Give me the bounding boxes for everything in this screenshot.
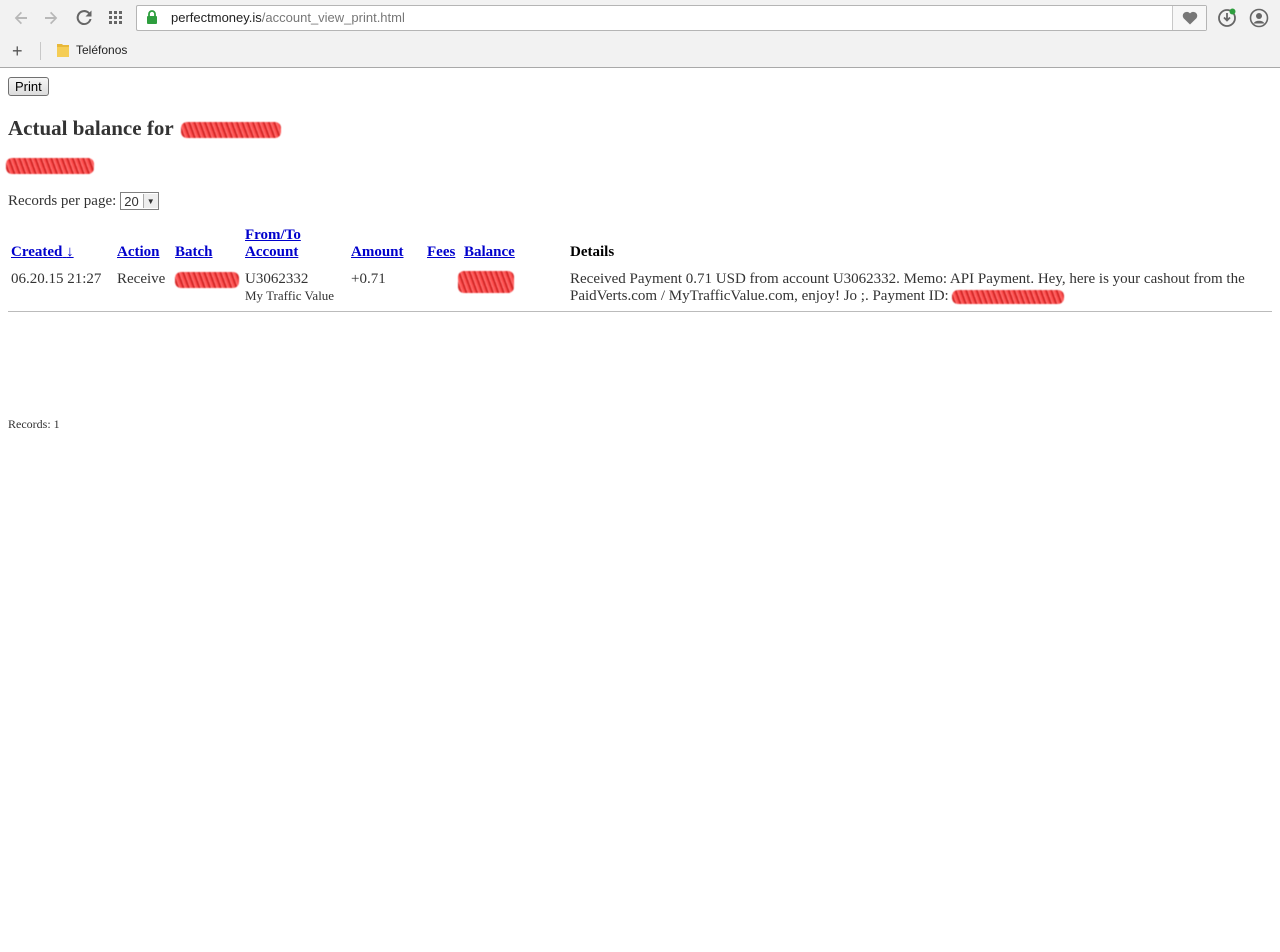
records-per-page: Records per page: 20 ▼ [8,192,159,210]
folder-icon [57,44,69,57]
url-domain: perfectmoney.is [171,10,262,25]
sort-action-link[interactable]: Action [117,244,160,260]
forward-button[interactable] [40,7,62,29]
add-bookmark-button[interactable]: + [12,41,23,61]
sort-batch-link[interactable]: Batch [175,244,213,260]
browser-chrome: perfectmoney.is/account_view_print.html … [0,0,1280,68]
bookmark-heart-button[interactable] [1172,6,1206,30]
sort-created-link[interactable]: Created ↓ [11,244,74,260]
bookmarks-bar: + Teléfonos [0,40,1280,64]
sort-balance-link[interactable]: Balance [464,244,515,260]
redacted-payment-id [952,289,1065,304]
reload-button[interactable] [73,7,95,29]
column-created-label: Created [11,244,63,260]
column-created: Created ↓ [8,227,114,267]
sort-fees-link[interactable]: Fees [427,244,455,260]
column-batch: Batch [172,227,242,267]
page-title: Actual balance for [8,116,281,141]
forward-icon [45,11,58,25]
records-per-page-select[interactable]: 20 ▼ [120,192,159,210]
redacted-balance [6,158,94,174]
bookmarks-divider [40,42,41,60]
bookmark-folder-label: Teléfonos [76,43,128,57]
cell-fees [424,267,461,312]
sort-arrow-icon: ↓ [66,244,74,260]
heart-icon [1182,11,1197,25]
bookmark-folder-telefonos[interactable]: Teléfonos [56,42,127,58]
back-button[interactable] [10,7,32,29]
download-icon [1218,8,1236,27]
back-icon [14,11,27,25]
cell-action: Receive [114,267,172,312]
downloads-button[interactable] [1216,7,1238,29]
table-header-row: Created ↓ Action Batch From/To Account A… [8,227,1272,267]
browser-toolbar: perfectmoney.is/account_view_print.html [0,0,1280,36]
records-per-page-label: Records per page: [8,192,117,209]
address-bar[interactable]: perfectmoney.is/account_view_print.html [136,5,1207,31]
redacted-account-name [180,122,281,139]
details-text: Received Payment 0.71 USD from account U… [570,271,1245,304]
column-from-to: From/To Account [242,227,348,267]
apps-icon [109,11,122,24]
apps-button[interactable] [105,7,127,29]
records-count: Records: 1 [8,417,60,431]
cell-details: Received Payment 0.71 USD from account U… [567,267,1272,312]
profile-button[interactable] [1248,7,1270,29]
reload-icon [76,10,92,26]
column-fees: Fees [424,227,461,267]
records-per-page-value: 20 [124,193,139,209]
add-icon: + [12,41,23,61]
lock-icon [147,10,157,24]
sort-amount-link[interactable]: Amount [351,244,404,260]
page-title-text: Actual balance for [8,116,174,140]
column-balance: Balance [461,227,567,267]
account-name: My Traffic Value [245,288,335,303]
cell-created: 06.20.15 21:27 [8,267,114,312]
url-path: /account_view_print.html [261,10,405,25]
column-action: Action [114,227,172,267]
cell-batch [172,267,242,312]
chevron-down-icon: ▼ [142,194,158,208]
transactions-table: Created ↓ Action Batch From/To Account A… [8,227,1272,312]
cell-account: U3062332 My Traffic Value [242,267,348,312]
account-id: U3062332 [245,271,309,287]
sort-from-to-link[interactable]: From/To Account [245,227,301,260]
profile-icon [1249,8,1269,28]
column-amount: Amount [348,227,424,267]
redacted-row-balance [458,271,514,293]
table-row: 06.20.15 21:27 Receive U3062332 My Traff… [8,267,1272,312]
url-text: perfectmoney.is/account_view_print.html [171,10,405,25]
cell-balance [458,267,567,312]
redacted-batch [175,271,239,288]
cell-amount: +0.71 [348,267,424,312]
column-details: Details [570,244,615,260]
print-button[interactable]: Print [8,77,49,96]
